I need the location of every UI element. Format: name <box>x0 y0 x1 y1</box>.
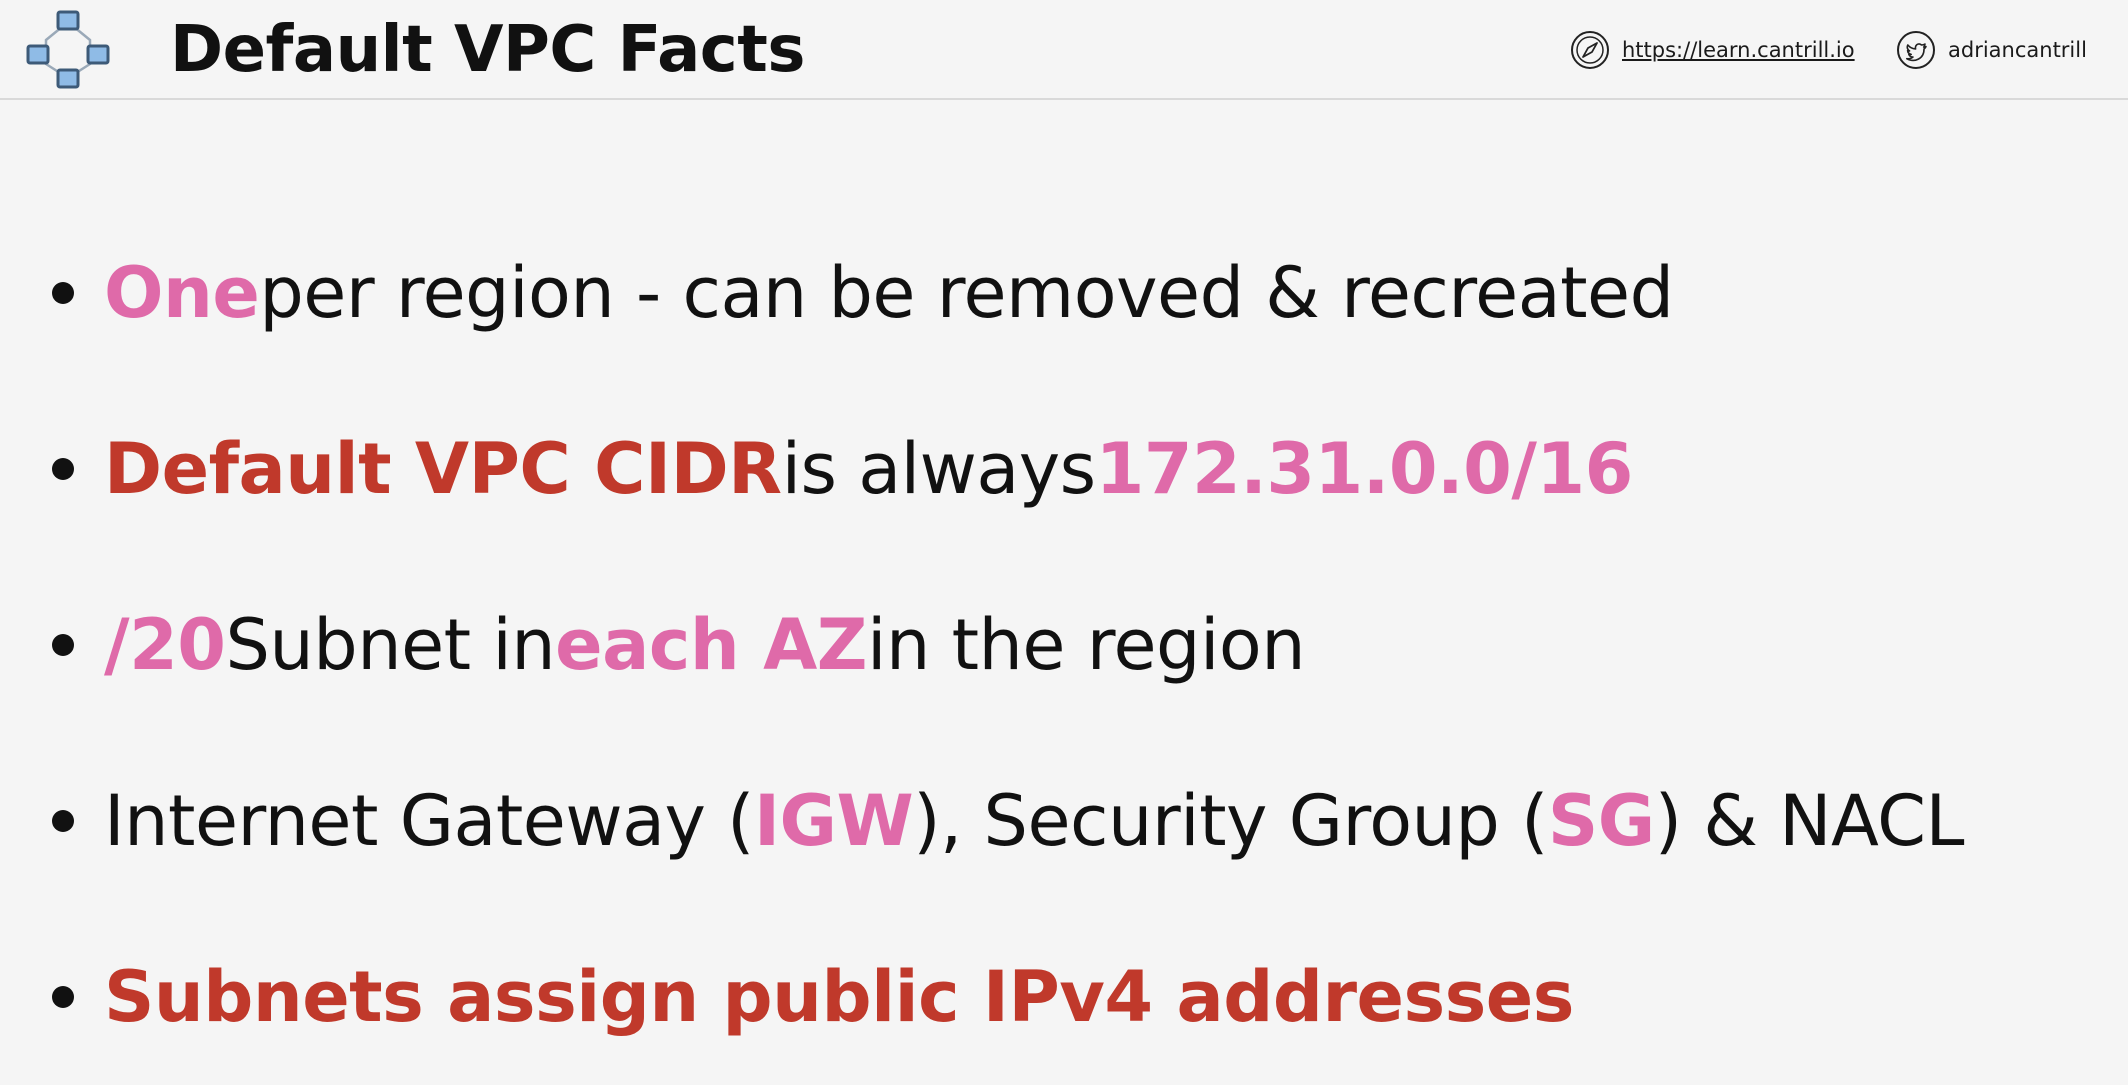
highlight-text: SG <box>1547 780 1655 862</box>
twitter-handle-text[interactable]: adriancantrill <box>1948 38 2087 62</box>
body-text: Subnet in <box>225 604 556 686</box>
highlight-text: Subnets assign public IPv4 addresses <box>104 956 1574 1038</box>
body-text: in the region <box>867 604 1306 686</box>
bullet-dot <box>52 810 74 832</box>
highlight-text: /20 <box>104 604 226 686</box>
bullet-item-subnet-per-az: /20 Subnet in each AZ in the region <box>52 557 1964 733</box>
twitter-handle-link[interactable]: adriancantrill <box>1896 28 2087 72</box>
highlight-text: 172.31.0.0/16 <box>1095 428 1634 510</box>
slide-header: Default VPC Facts https://learn.cantrill… <box>0 0 2128 100</box>
slide-title: Default VPC Facts <box>170 13 805 87</box>
body-text: is always <box>781 428 1097 510</box>
bullet-item-default-cidr: Default VPC CIDR is always 172.31.0.0/16 <box>52 381 1964 557</box>
highlight-text: Default VPC CIDR <box>104 428 782 510</box>
website-link-text[interactable]: https://learn.cantrill.io <box>1622 38 1855 62</box>
highlight-text: IGW <box>753 780 914 862</box>
body-text: Internet Gateway ( <box>104 780 754 862</box>
body-text: ) & NACL <box>1654 780 1965 862</box>
bullet-dot <box>52 986 74 1008</box>
bullet-item-public-ipv4: Subnets assign public IPv4 addresses <box>52 909 1964 1085</box>
bullet-dot <box>52 458 74 480</box>
body-text: per region - can be removed & recreated <box>259 252 1674 334</box>
compass-icon <box>1571 31 1609 69</box>
body-text: ), Security Group ( <box>913 780 1548 862</box>
bullet-item-igw-sg-nacl: Internet Gateway (IGW), Security Group (… <box>52 733 1965 909</box>
highlight-text: each AZ <box>555 604 868 686</box>
twitter-bird-icon <box>1897 31 1935 69</box>
website-link[interactable]: https://learn.cantrill.io <box>1570 28 1855 72</box>
bullet-dot <box>52 282 74 304</box>
bullet-dot <box>52 634 74 656</box>
bullet-item-one-per-region: One per region - can be removed & recrea… <box>52 205 1964 381</box>
network-nodes-icon <box>26 10 110 89</box>
highlight-text: One <box>104 252 260 334</box>
bullet-list: One per region - can be removed & recrea… <box>52 205 1965 1085</box>
